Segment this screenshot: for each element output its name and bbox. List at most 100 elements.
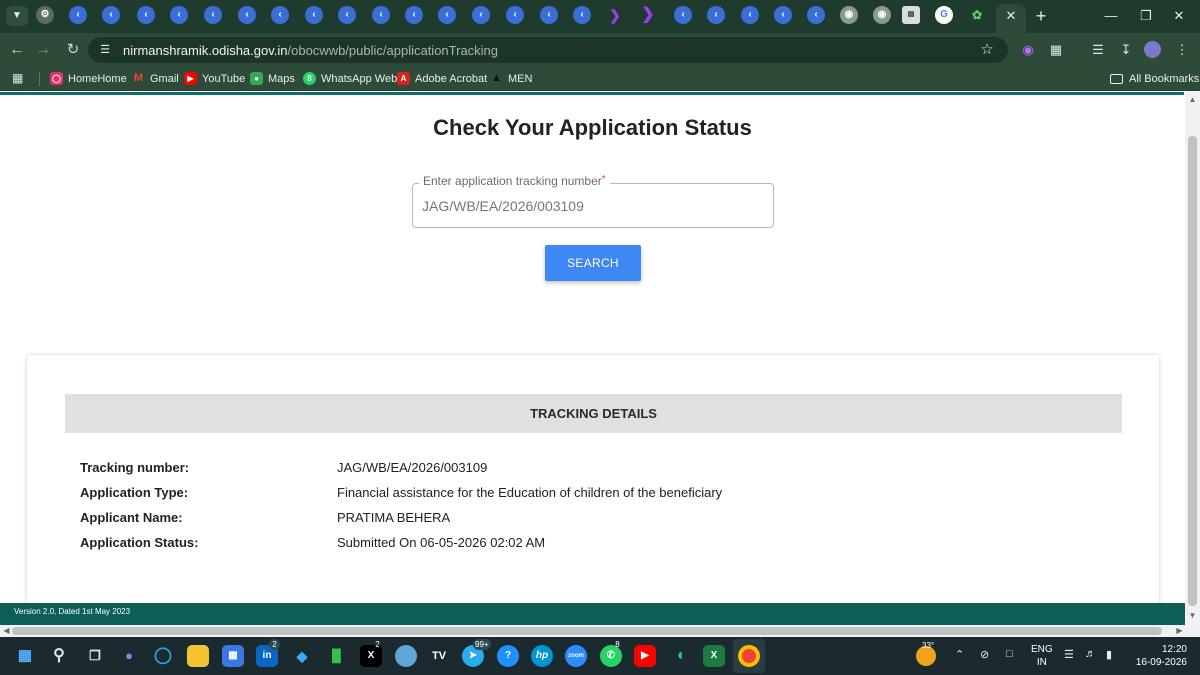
bookmark-gmail[interactable]: M Gmail [132,70,179,87]
tab-blue-circle-icon[interactable]: ‹ [238,6,256,24]
tradingview-icon[interactable]: TV [428,645,450,667]
url-text[interactable]: nirmanshramik.odisha.gov.in/obocwwb/publ… [123,43,498,58]
bookmark-homehome[interactable]: ◯ HomeHome [50,70,127,87]
tab-blue-circle-icon[interactable]: ‹ [774,6,792,24]
tab-blue-circle-icon[interactable]: ‹ [137,6,155,24]
back-arrow-icon[interactable]: ← [6,39,28,61]
apps-grid-icon[interactable]: ▦ [12,71,26,85]
bookmark-youtube[interactable]: ▶ YouTube [184,70,245,87]
bookmark-maps[interactable]: ● Maps [250,70,295,87]
men-icon: ▲ [491,72,502,84]
tab-blue-circle-icon[interactable]: ‹ [807,6,825,24]
tab-globe-icon[interactable]: ◉ [840,6,858,24]
volume-icon[interactable]: ♬ [1085,648,1096,660]
messenger-icon[interactable] [395,645,417,667]
reload-icon[interactable]: ↻ [62,39,84,61]
new-tab-plus-icon[interactable]: + [1032,7,1050,25]
tab-search-chevron-down-icon[interactable]: ▼ [6,6,28,26]
bookmark-label: WhatsApp Web [321,72,398,85]
tab-blue-circle-icon[interactable]: ‹ [372,6,390,24]
battery-icon[interactable]: ▮ [1106,648,1112,661]
bookmark-men[interactable]: ▲ MEN [490,70,532,87]
forward-arrow-icon[interactable]: → [32,39,54,61]
hp-icon[interactable]: hp [531,645,553,667]
bookmark-adobe-acrobat[interactable]: A Adobe Acrobat [397,70,487,87]
scroll-right-arrow-icon[interactable]: ▶ [1175,626,1184,636]
weather-temp: 33° [922,641,935,650]
tab-blue-circle-icon[interactable]: ‹ [405,6,423,24]
youtube-taskbar-icon[interactable]: ▶ [634,645,656,667]
zoom-icon[interactable]: zoom [565,645,587,667]
bookmark-star-icon[interactable]: ☆ [978,41,996,59]
vertical-scrollbar[interactable]: ▲ ▼ [1185,92,1200,625]
tracking-number-input[interactable] [422,196,762,216]
tab-blue-circle-icon[interactable]: ‹ [102,6,120,24]
extension-orb-icon[interactable]: ◉ [1018,40,1038,60]
extensions-puzzle-icon[interactable]: ▦ [1046,40,1066,60]
tracking-number-field[interactable]: Enter application tracking number* [412,174,774,228]
tab-blue-circle-icon[interactable]: ‹ [741,6,759,24]
tab-blue-circle-icon[interactable]: ‹ [540,6,558,24]
tab-news-icon[interactable]: ▤ [902,6,920,24]
restore-icon[interactable]: ❐ [1135,6,1157,26]
bookmark-whatsapp-web[interactable]: 8 WhatsApp Web [303,70,397,87]
file-explorer-icon[interactable] [187,645,209,667]
search-icon[interactable]: ⚲ [48,645,70,667]
tab-google-icon[interactable]: G [935,6,953,24]
tab-blue-circle-icon[interactable]: ‹ [338,6,356,24]
tab-purple-arrow-icon[interactable]: ❯ [606,6,624,24]
tab-purple-arrow-icon[interactable]: ❯ [639,6,657,24]
task-view-icon[interactable]: ❐ [84,645,106,667]
chrome-icon[interactable] [738,645,760,667]
windows-start-icon[interactable]: ▦ [14,645,36,667]
browser-menu-icon[interactable]: ⋮ [1172,40,1192,60]
wifi-icon[interactable]: ☰ [1064,648,1074,661]
profile-avatar[interactable] [1144,41,1161,58]
scroll-up-arrow-icon[interactable]: ▲ [1188,95,1197,104]
tab-blue-circle-icon[interactable]: ‹ [69,6,87,24]
tab-globe-icon[interactable]: ◉ [873,6,891,24]
minimize-icon[interactable]: — [1100,6,1122,26]
tab-blue-circle-icon[interactable]: ‹ [271,6,289,24]
media-queue-icon[interactable]: ☰ [1088,40,1108,60]
language-indicator[interactable]: ENG IN [1031,643,1053,669]
tab-blue-circle-icon[interactable]: ‹ [707,6,725,24]
app-wave-icon[interactable]: ◖ [669,645,691,667]
search-button[interactable]: SEARCH [545,245,641,281]
horizontal-scrollbar[interactable]: ◀ ▶ [0,625,1200,637]
address-bar[interactable]: ☰ nirmanshramik.odisha.gov.in/obocwwb/pu… [88,37,1008,63]
tab-blue-circle-icon[interactable]: ‹ [472,6,490,24]
chart-app-icon[interactable]: ▉ [326,645,348,667]
horizontal-scroll-thumb[interactable] [12,627,1162,635]
tab-blue-circle-icon[interactable]: ‹ [506,6,524,24]
tab-blue-circle-icon[interactable]: ‹ [573,6,591,24]
excel-icon[interactable]: X [703,645,725,667]
tab-blue-circle-icon[interactable]: ‹ [305,6,323,24]
tab-odisha-logo-icon[interactable]: ✿ [968,6,986,24]
app-icon[interactable]: ◆ [291,645,313,667]
page-title: Check Your Application Status [433,115,752,140]
chevron-up-icon[interactable]: ⌃ [955,648,964,661]
download-icon[interactable]: ↧ [1116,40,1136,60]
tab-blue-circle-icon[interactable]: ‹ [674,6,692,24]
site-info-icon[interactable]: ☰ [97,42,113,58]
tab-blue-circle-icon[interactable]: ‹ [170,6,188,24]
tab-close-icon[interactable]: ✕ [1003,8,1019,24]
scroll-down-arrow-icon[interactable]: ▼ [1188,611,1197,620]
vertical-scroll-thumb[interactable] [1188,136,1197,606]
network-off-icon[interactable]: ⊘ [980,648,989,661]
teams-icon[interactable]: ● [118,645,140,667]
help-icon[interactable]: ? [497,645,519,667]
detail-label: Tracking number: [80,460,190,475]
notes-icon[interactable]: □ [1006,648,1013,660]
microsoft-store-icon[interactable]: ▦ [222,645,244,667]
scroll-left-arrow-icon[interactable]: ◀ [2,626,11,636]
edge-icon[interactable]: ◯ [152,645,174,667]
tab-blue-circle-icon[interactable]: ‹ [438,6,456,24]
tab-blue-circle-icon[interactable]: ‹ [204,6,222,24]
all-bookmarks-button[interactable]: All Bookmarks [1110,70,1199,87]
system-clock[interactable]: 12:20 16-09-2026 [1133,643,1187,669]
window-close-icon[interactable]: ✕ [1168,6,1190,26]
maps-icon: ● [250,72,263,85]
tab-settings-icon[interactable]: ⚙ [36,6,54,24]
